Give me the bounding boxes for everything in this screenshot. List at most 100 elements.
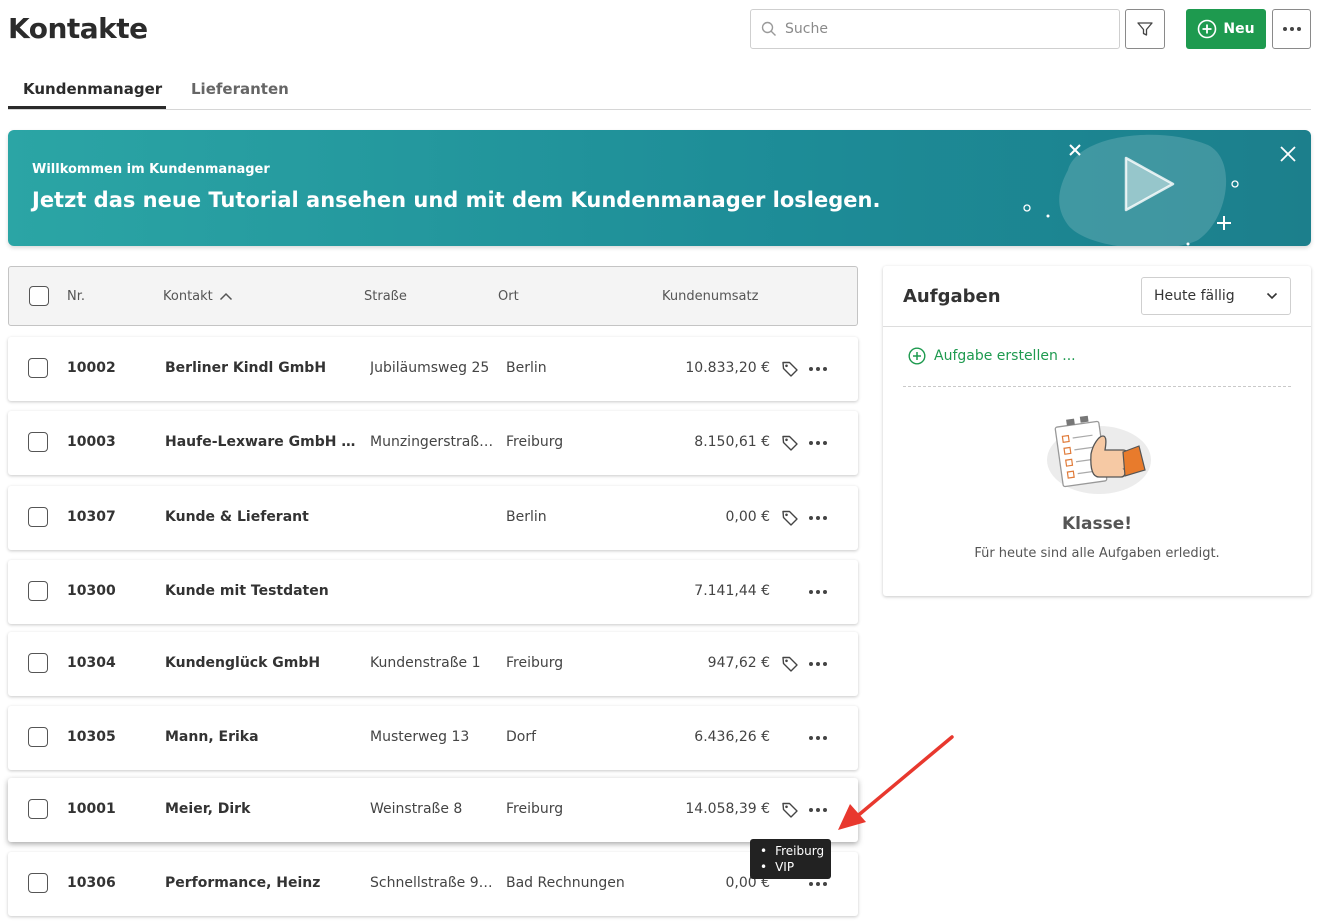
cell-kundenumsatz: 947,62 € <box>707 655 770 671</box>
banner-subtitle: Willkommen im Kundenmanager <box>32 162 270 177</box>
cell-ort: Berlin <box>506 509 547 525</box>
filter-button[interactable] <box>1125 9 1165 49</box>
cell-kontakt[interactable]: Kunde mit Testdaten <box>165 583 360 599</box>
cell-ort: Freiburg <box>506 434 564 450</box>
table-row[interactable]: 10001 Meier, Dirk Weinstraße 8 Freiburg … <box>8 778 858 842</box>
more-horizontal-icon[interactable] <box>806 360 830 378</box>
cell-kontakt[interactable]: Performance, Heinz <box>165 875 360 891</box>
search-input[interactable] <box>785 21 1105 37</box>
more-horizontal-icon <box>1282 27 1301 31</box>
cell-strasse: Munzingerstraße 8 <box>370 434 500 450</box>
tab-kundenmanager[interactable]: Kundenmanager <box>23 80 162 108</box>
empty-state-text: Für heute sind alle Aufgaben erledigt. <box>974 546 1220 561</box>
more-horizontal-icon[interactable] <box>806 729 830 747</box>
row-checkbox[interactable] <box>28 653 48 673</box>
cell-kundenumsatz: 10.833,20 € <box>685 360 770 376</box>
thumbs-up-checklist-icon <box>1047 415 1151 494</box>
cell-kontakt[interactable]: Berliner Kindl GmbH <box>165 360 360 376</box>
cell-nr: 10306 <box>67 875 116 891</box>
tab-lieferanten[interactable]: Lieferanten <box>191 80 289 108</box>
table-row[interactable]: 10306 Performance, Heinz Schnellstraße 9… <box>8 852 858 916</box>
tasks-title: Aufgaben <box>903 286 1001 307</box>
chevron-down-icon <box>1266 292 1278 300</box>
cell-kundenumsatz: 0,00 € <box>725 509 770 525</box>
annotation-arrow-icon <box>838 735 954 830</box>
row-checkbox[interactable] <box>28 581 48 601</box>
tooltip-tag: Freiburg <box>760 843 831 859</box>
search-box[interactable] <box>750 9 1120 49</box>
cell-kontakt[interactable]: Mann, Erika <box>165 729 360 745</box>
search-icon <box>761 21 776 36</box>
tag-icon[interactable] <box>781 655 799 673</box>
table-row[interactable]: 10305 Mann, Erika Musterweg 13 Dorf 6.43… <box>8 706 858 770</box>
play-icon[interactable] <box>1008 130 1248 246</box>
column-header-ort[interactable]: Ort <box>498 289 519 304</box>
column-header-nr[interactable]: Nr. <box>67 289 85 304</box>
column-header-kontakt[interactable]: Kontakt <box>163 289 233 304</box>
tasks-header: Aufgaben Heute fällig <box>883 266 1311 327</box>
tasks-filter-select[interactable]: Heute fällig <box>1141 277 1291 315</box>
more-options-button[interactable] <box>1272 9 1311 49</box>
cell-kontakt[interactable]: Meier, Dirk <box>165 801 360 817</box>
row-checkbox[interactable] <box>28 727 48 747</box>
cell-nr: 10305 <box>67 729 116 745</box>
column-header-strasse[interactable]: Straße <box>364 289 407 304</box>
empty-state-title: Klasse! <box>1062 514 1132 534</box>
tutorial-banner[interactable]: Willkommen im Kundenmanager Jetzt das ne… <box>8 130 1311 246</box>
cell-kundenumsatz: 7.141,44 € <box>694 583 770 599</box>
cell-strasse: Kundenstraße 1 <box>370 655 481 671</box>
row-checkbox[interactable] <box>28 358 48 378</box>
row-checkbox[interactable] <box>28 799 48 819</box>
new-button-label: Neu <box>1223 21 1255 37</box>
page-title: Kontakte <box>8 12 148 45</box>
table-row[interactable]: 10307 Kunde & Lieferant Berlin 0,00 € <box>8 486 858 550</box>
table-row[interactable]: 10304 Kundenglück GmbH Kundenstraße 1 Fr… <box>8 632 858 696</box>
cell-kundenumsatz: 14.058,39 € <box>685 801 770 817</box>
row-checkbox[interactable] <box>28 507 48 527</box>
cell-strasse: Schnellstraße 99... <box>370 875 500 891</box>
table-row[interactable]: 10003 Haufe-Lexware GmbH & C... Munzinge… <box>8 411 858 475</box>
tag-icon[interactable] <box>781 434 799 452</box>
cell-nr: 10003 <box>67 434 116 450</box>
more-horizontal-icon[interactable] <box>806 583 830 601</box>
tag-icon[interactable] <box>781 509 799 527</box>
plus-circle-icon <box>1198 19 1217 39</box>
cell-ort: Freiburg <box>506 801 564 817</box>
cell-strasse: Musterweg 13 <box>370 729 470 745</box>
cell-nr: 10002 <box>67 360 116 376</box>
create-task-link[interactable]: Aufgabe erstellen ... <box>908 347 1076 365</box>
create-task-label: Aufgabe erstellen ... <box>934 348 1076 364</box>
new-button[interactable]: Neu <box>1186 9 1266 49</box>
cell-ort: Dorf <box>506 729 537 745</box>
tag-icon[interactable] <box>781 360 799 378</box>
table-row[interactable]: 10300 Kunde mit Testdaten 7.141,44 € <box>8 560 858 624</box>
more-horizontal-icon[interactable] <box>806 509 830 527</box>
tag-tooltip: Freiburg VIP <box>750 839 831 879</box>
column-header-kundenumsatz[interactable]: Kundenumsatz <box>662 289 758 304</box>
tag-icon[interactable] <box>781 801 799 819</box>
cell-ort: Berlin <box>506 360 547 376</box>
cell-strasse: Weinstraße 8 <box>370 801 463 817</box>
tab-bar: Kundenmanager Lieferanten <box>8 72 1311 110</box>
cell-kontakt[interactable]: Kunde & Lieferant <box>165 509 360 525</box>
tooltip-tag: VIP <box>760 859 831 875</box>
filter-icon <box>1137 22 1153 36</box>
divider <box>903 386 1291 387</box>
more-horizontal-icon[interactable] <box>806 655 830 673</box>
more-horizontal-icon[interactable] <box>806 801 830 819</box>
banner-title: Jetzt das neue Tutorial ansehen und mit … <box>32 188 881 212</box>
cell-kontakt[interactable]: Kundenglück GmbH <box>165 655 360 671</box>
chevron-up-icon <box>219 292 232 301</box>
cell-nr: 10304 <box>67 655 116 671</box>
select-all-checkbox[interactable] <box>29 286 49 306</box>
cell-kontakt[interactable]: Haufe-Lexware GmbH & C... <box>165 434 360 450</box>
table-row[interactable]: 10002 Berliner Kindl GmbH Jubiläumsweg 2… <box>8 337 858 401</box>
table-header: Nr. Kontakt Straße Ort Kundenumsatz <box>8 266 858 326</box>
more-horizontal-icon[interactable] <box>806 434 830 452</box>
close-icon[interactable] <box>1278 144 1298 164</box>
cell-kundenumsatz: 8.150,61 € <box>694 434 770 450</box>
active-tab-indicator <box>8 106 166 109</box>
row-checkbox[interactable] <box>28 432 48 452</box>
plus-circle-icon <box>908 347 926 365</box>
row-checkbox[interactable] <box>28 873 48 893</box>
